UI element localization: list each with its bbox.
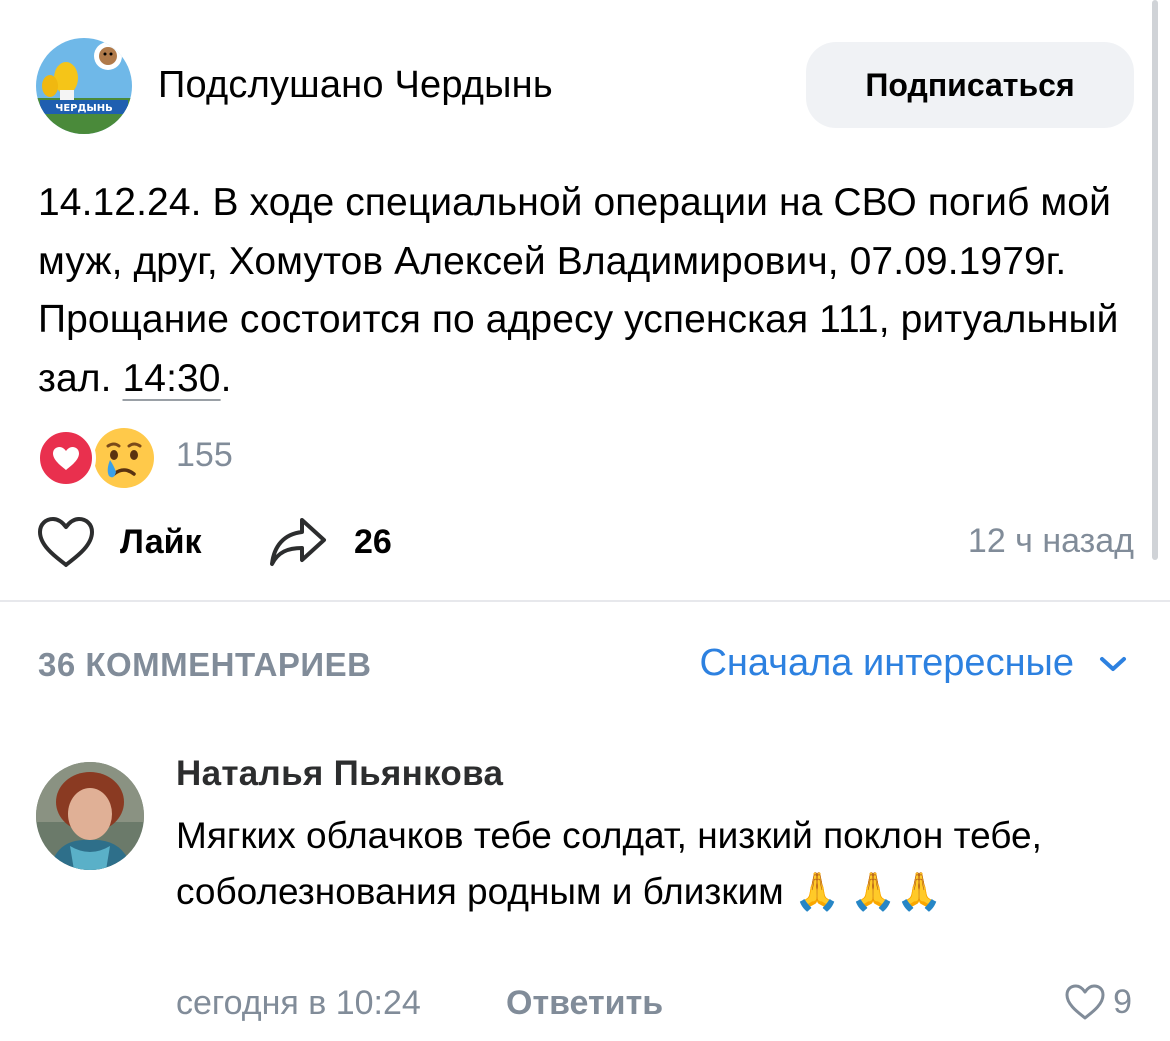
heart-outline-icon [38,517,94,567]
post-header: ЧЕРДЫНЬ Подслушано Чердынь Подписаться [36,38,1136,134]
comment-text: Мягких облачков тебе солдат, низкий покл… [176,815,1042,912]
comment-like-button[interactable]: 9 [1063,982,1132,1022]
comment-author[interactable]: Наталья Пьянкова [176,754,503,794]
reactions-count: 155 [176,436,233,474]
comment-avatar[interactable] [36,762,144,870]
avatar-sign-text: ЧЕРДЫНЬ [55,103,113,114]
share-button[interactable]: 26 [268,512,392,572]
like-label: Лайк [120,522,202,561]
group-name[interactable]: Подслушано Чердынь [158,64,553,107]
post-text: 14.12.24. В ходе специальной операции на… [38,174,1128,408]
subscribe-button[interactable]: Подписаться [806,42,1134,128]
comment-meta: сегодня в 10:24 Ответить 9 [176,982,1132,1028]
comment-date: сегодня в 10:24 [176,984,421,1022]
share-icon [270,518,326,566]
post-time: 12 ч назад [967,522,1134,560]
post-text-end: . [220,356,232,400]
heart-outline-icon [1065,984,1105,1020]
heart-icon [36,428,96,488]
post-actions: Лайк 26 12 ч назад [36,512,1134,572]
share-count: 26 [354,522,392,561]
scrollbar[interactable] [1152,0,1158,560]
like-button[interactable]: Лайк [36,512,202,572]
chevron-down-icon [1100,656,1126,671]
crying-face-icon [92,426,156,490]
comments-count: 36 КОММЕНТАРИЕВ [38,646,372,683]
comments-sort-dropdown[interactable]: Сначала интересные [699,642,1128,685]
post-time-link[interactable]: 14:30 [123,357,221,400]
group-avatar[interactable]: ЧЕРДЫНЬ [36,38,132,134]
sort-label: Сначала интересные [699,642,1074,684]
reply-button[interactable]: Ответить [506,984,663,1023]
divider [0,600,1170,602]
comment-like-count: 9 [1113,982,1132,1021]
